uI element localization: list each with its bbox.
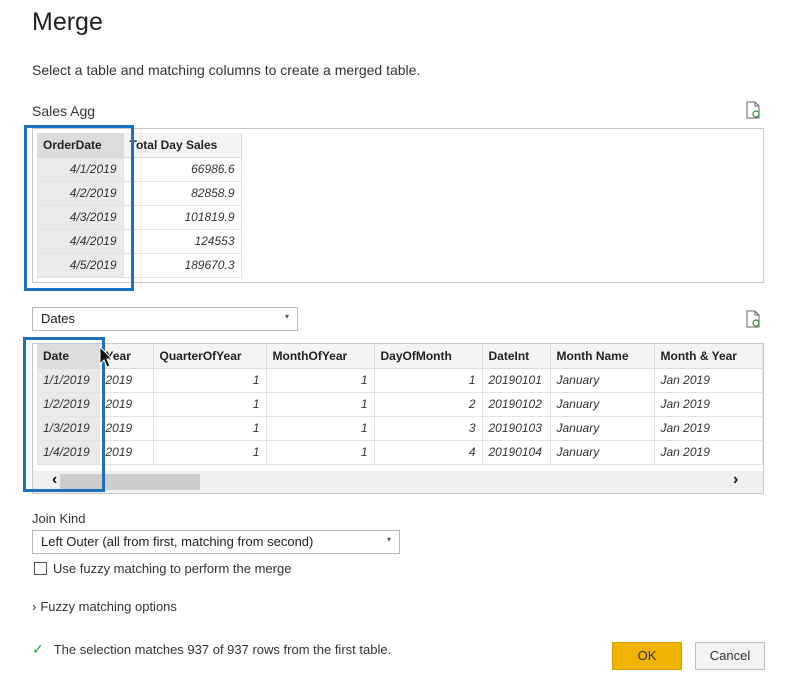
join-kind-selected: Left Outer (all from first, matching fro… xyxy=(41,534,314,549)
table-cell: 4 xyxy=(374,440,483,465)
table-cell: January xyxy=(550,392,655,417)
join-kind-label: Join Kind xyxy=(32,511,86,526)
table-cell: Jan 2019 xyxy=(654,416,763,441)
table-cell: 189670.3 xyxy=(123,253,242,278)
table-cell: 1 xyxy=(153,392,267,417)
table-cell: 3 xyxy=(374,416,483,441)
check-icon: ✓ xyxy=(32,641,44,657)
match-status-text: The selection matches 937 of 937 rows fr… xyxy=(53,642,392,657)
table-cell: 1/2/2019 xyxy=(37,392,100,417)
table-cell: 4/4/2019 xyxy=(37,229,124,254)
column-header-orderdate[interactable]: OrderDate xyxy=(37,133,124,158)
table-cell: 4/2/2019 xyxy=(37,181,124,206)
ok-button[interactable]: OK xyxy=(612,642,682,670)
second-table-grid: Date Year QuarterOfYear MonthOfYear DayO… xyxy=(37,344,763,465)
table-cell: Jan 2019 xyxy=(654,368,763,393)
table-cell: 1 xyxy=(266,416,375,441)
table-cell: 1 xyxy=(374,368,483,393)
table-row: 4/3/2019 101819.9 xyxy=(37,205,242,230)
scrollbar-thumb[interactable] xyxy=(60,474,200,490)
column-header-month-name[interactable]: Month Name xyxy=(550,344,655,369)
chevron-right-icon: › xyxy=(32,599,37,614)
table-cell: 20190101 xyxy=(482,368,551,393)
table-cell: 1/3/2019 xyxy=(37,416,100,441)
column-header-quarterofyear[interactable]: QuarterOfYear xyxy=(153,344,267,369)
table-row: 1/1/2019 2019 1 1 1 20190101 January Jan… xyxy=(37,368,763,393)
table-cell: 1/1/2019 xyxy=(37,368,100,393)
dialog-subtitle: Select a table and matching columns to c… xyxy=(32,62,421,78)
second-table-dropdown[interactable]: Dates ▾ xyxy=(32,307,298,331)
table-cell: 101819.9 xyxy=(123,205,242,230)
table-cell: 2019 xyxy=(99,440,154,465)
table-cell: 4/5/2019 xyxy=(37,253,124,278)
first-table-name: Sales Agg xyxy=(32,103,96,119)
table-row: 4/4/2019 124553 xyxy=(37,229,242,254)
column-header-month-year[interactable]: Month & Year xyxy=(654,344,763,369)
table-cell: 20190102 xyxy=(482,392,551,417)
table-row: 4/2/2019 82858.9 xyxy=(37,181,242,206)
table-cell: 2019 xyxy=(99,368,154,393)
table-cell: 1 xyxy=(153,440,267,465)
table-row: 4/5/2019 189670.3 xyxy=(37,253,242,278)
scroll-left-icon[interactable]: ‹ xyxy=(52,471,57,489)
document-refresh-icon[interactable] xyxy=(744,101,762,119)
table-cell: 1 xyxy=(153,416,267,441)
table-cell: Jan 2019 xyxy=(654,392,763,417)
table-row: 1/2/2019 2019 1 1 2 20190102 January Jan… xyxy=(37,392,763,417)
document-refresh-icon[interactable] xyxy=(744,310,762,328)
table-cell: 20190103 xyxy=(482,416,551,441)
table-cell: January xyxy=(550,416,655,441)
table-row: 1/3/2019 2019 1 1 3 20190103 January Jan… xyxy=(37,416,763,441)
first-table-grid: OrderDate Total Day Sales 4/1/2019 66986… xyxy=(37,133,242,278)
dialog-title: Merge xyxy=(32,8,103,36)
table-cell: 20190104 xyxy=(482,440,551,465)
table-cell: 82858.9 xyxy=(123,181,242,206)
column-header-total-day-sales[interactable]: Total Day Sales xyxy=(123,133,242,158)
table-cell: 1/4/2019 xyxy=(37,440,100,465)
table-cell: 1 xyxy=(266,392,375,417)
column-header-dateint[interactable]: DateInt xyxy=(482,344,551,369)
column-header-monthofyear[interactable]: MonthOfYear xyxy=(266,344,375,369)
table-cell: 2019 xyxy=(99,416,154,441)
first-table-preview: OrderDate Total Day Sales 4/1/2019 66986… xyxy=(32,128,764,283)
table-row: 4/1/2019 66986.6 xyxy=(37,157,242,182)
fuzzy-matching-label: Use fuzzy matching to perform the merge xyxy=(53,561,292,576)
table-cell: Jan 2019 xyxy=(654,440,763,465)
table-cell: 124553 xyxy=(123,229,242,254)
column-header-date[interactable]: Date xyxy=(37,344,100,369)
match-status: ✓ The selection matches 937 of 937 rows f… xyxy=(32,641,391,658)
table-cell: 4/1/2019 xyxy=(37,157,124,182)
fuzzy-options-toggle[interactable]: › Fuzzy matching options xyxy=(32,599,177,614)
fuzzy-options-label: Fuzzy matching options xyxy=(40,599,177,614)
chevron-down-icon: ▾ xyxy=(284,312,289,321)
table-cell: 1 xyxy=(266,440,375,465)
column-header-dayofmonth[interactable]: DayOfMonth xyxy=(374,344,483,369)
table-cell: January xyxy=(550,368,655,393)
scroll-right-icon[interactable]: › xyxy=(733,471,738,489)
table-cell: 66986.6 xyxy=(123,157,242,182)
mouse-cursor-icon xyxy=(99,345,114,368)
table-cell: 1 xyxy=(266,368,375,393)
join-kind-dropdown[interactable]: Left Outer (all from first, matching fro… xyxy=(32,530,400,554)
table-cell: 2019 xyxy=(99,392,154,417)
table-cell: January xyxy=(550,440,655,465)
fuzzy-matching-checkbox[interactable] xyxy=(34,562,47,575)
table-row: 1/4/2019 2019 1 1 4 20190104 January Jan… xyxy=(37,440,763,465)
merge-dialog: Merge Select a table and matching column… xyxy=(0,0,800,683)
table-cell: 1 xyxy=(153,368,267,393)
second-table-selected: Dates xyxy=(41,311,75,326)
cancel-button[interactable]: Cancel xyxy=(695,642,765,670)
table-cell: 4/3/2019 xyxy=(37,205,124,230)
chevron-down-icon: ▾ xyxy=(386,535,391,544)
table-cell: 2 xyxy=(374,392,483,417)
